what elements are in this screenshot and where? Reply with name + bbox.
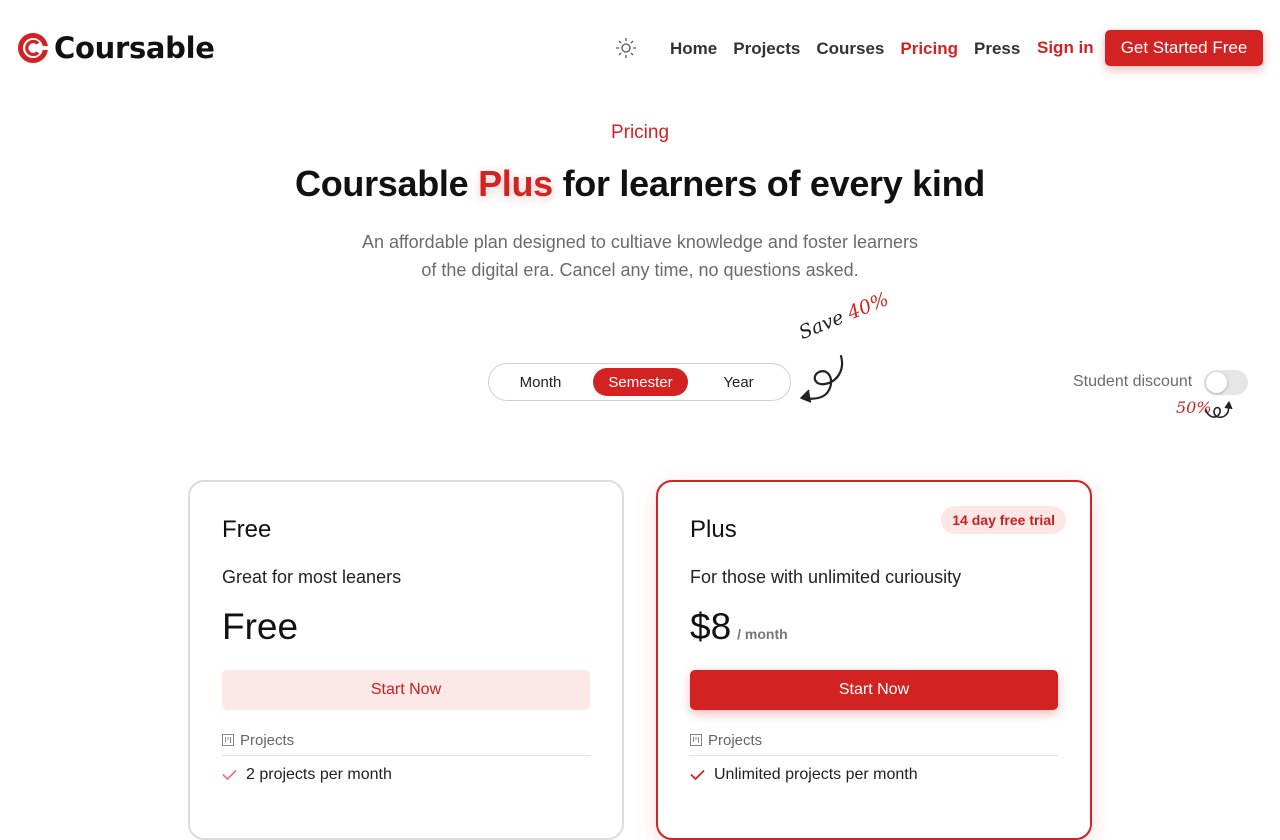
free-trial-badge: 14 day free trial — [941, 506, 1066, 534]
billing-option-year[interactable]: Year — [691, 368, 786, 396]
headline-accent: Plus — [478, 163, 553, 204]
feature-item: Unlimited projects per month — [690, 766, 918, 784]
billing-period-toggle: Month Semester Year — [488, 363, 791, 401]
page-title: Coursable Plus for learners of every kin… — [0, 163, 1280, 205]
get-started-button[interactable]: Get Started Free — [1105, 30, 1263, 66]
plan-card-free: Free Great for most leaners Free Start N… — [188, 480, 624, 840]
check-icon — [690, 770, 705, 780]
section-eyebrow: Pricing — [610, 122, 670, 143]
feature-item: 2 projects per month — [222, 766, 392, 784]
brand-name: Coursable — [54, 31, 215, 65]
page-subtitle: An affordable plan designed to cultiave … — [361, 232, 919, 280]
plan-name: Free — [222, 516, 272, 543]
plan-description: For those with unlimited curiousity — [690, 567, 962, 587]
curly-arrow-up-icon — [1205, 401, 1233, 419]
nav-projects[interactable]: Projects — [733, 39, 800, 59]
billing-option-semester[interactable]: Semester — [593, 368, 688, 396]
site-header: Coursable Home Projects Courses Pricing … — [0, 0, 1280, 96]
coursable-logo-icon — [18, 33, 48, 63]
student-discount-switch[interactable] — [1204, 370, 1248, 395]
nav-courses[interactable]: Courses — [816, 39, 884, 59]
student-discount-label: Student discount — [1073, 373, 1193, 390]
headline-suffix: for learners of every kind — [552, 163, 986, 204]
sun-icon[interactable] — [615, 37, 637, 59]
main-nav: Home Projects Courses Pricing Press — [670, 38, 1020, 60]
feature-text: 2 projects per month — [246, 766, 392, 783]
kanban-icon — [222, 734, 234, 746]
plan-price: Free — [222, 606, 298, 648]
kanban-icon — [690, 734, 702, 746]
plan-price: $8 / month — [690, 606, 788, 648]
sign-in-link[interactable]: Sign in — [1037, 38, 1094, 58]
price-period: / month — [737, 626, 788, 642]
feature-text: Unlimited projects per month — [714, 766, 918, 783]
plan-name: Plus — [690, 516, 737, 543]
plan-description: Great for most leaners — [222, 567, 402, 587]
price-amount: $8 — [690, 606, 732, 647]
feature-section-heading: Projects — [222, 732, 590, 756]
brand-logo[interactable]: Coursable — [18, 30, 215, 66]
feature-section-heading: Projects — [690, 732, 1058, 756]
nav-pricing[interactable]: Pricing — [900, 39, 958, 59]
switch-knob — [1206, 372, 1227, 393]
nav-home[interactable]: Home — [670, 39, 717, 59]
nav-press[interactable]: Press — [974, 39, 1020, 59]
start-now-button[interactable]: Start Now — [222, 670, 590, 710]
check-icon — [222, 770, 237, 780]
billing-option-month[interactable]: Month — [493, 368, 588, 396]
feature-heading-label: Projects — [240, 732, 295, 749]
plan-card-plus: 14 day free trial Plus For those with un… — [656, 480, 1092, 840]
price-amount: Free — [222, 606, 299, 647]
feature-heading-label: Projects — [708, 732, 763, 749]
curly-arrow-icon — [800, 354, 844, 403]
headline-prefix: Coursable — [295, 163, 479, 204]
start-now-button[interactable]: Start Now — [690, 670, 1058, 710]
